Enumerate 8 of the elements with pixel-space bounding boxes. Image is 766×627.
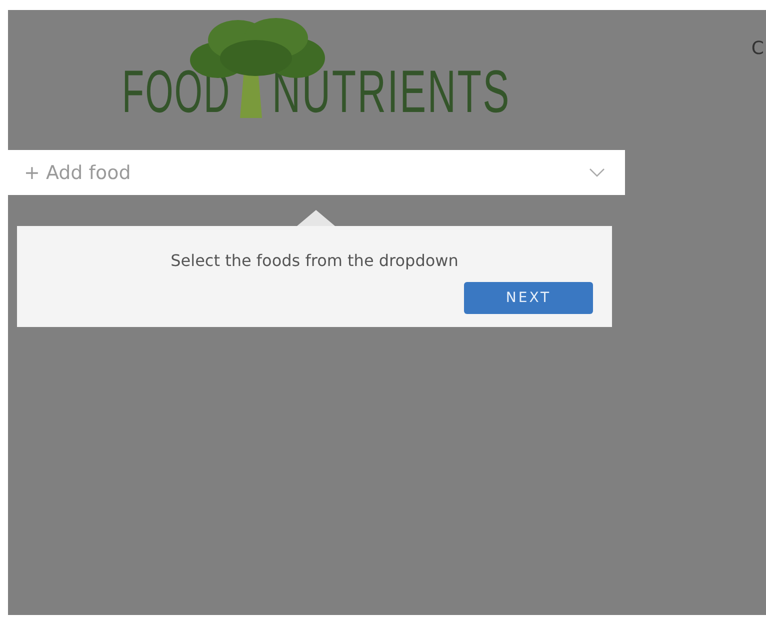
popup-pointer-icon bbox=[297, 210, 335, 226]
popup-message: Select the foods from the dropdown bbox=[170, 251, 458, 270]
chevron-down-icon bbox=[589, 168, 605, 177]
next-button[interactable]: NEXT bbox=[464, 282, 593, 314]
placeholder-text: + Add food bbox=[24, 162, 131, 184]
food-dropdown[interactable]: + Add food bbox=[8, 150, 625, 195]
logo-text: NUTRIENTS bbox=[272, 62, 510, 122]
corner-text: C bbox=[751, 38, 764, 59]
